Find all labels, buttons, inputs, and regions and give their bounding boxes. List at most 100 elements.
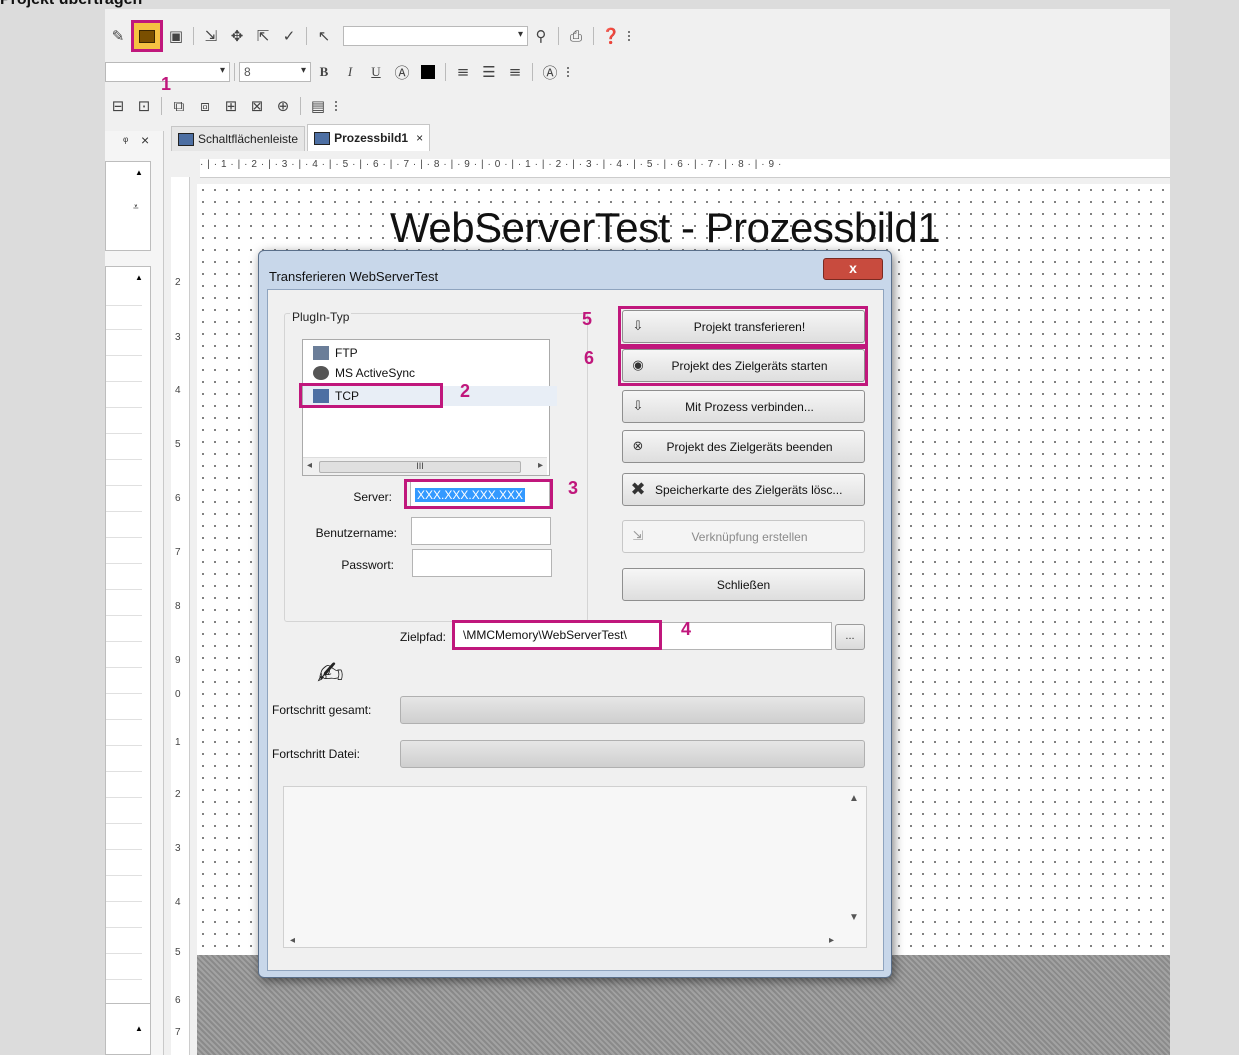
chevron-down-icon: ▾: [517, 29, 523, 40]
text-color-icon[interactable]: Ⓐ: [392, 62, 412, 82]
list-item-activesync[interactable]: MS ActiveSync: [313, 366, 415, 380]
dialog-close-button[interactable]: x: [823, 258, 883, 280]
connect-icon: ⇩: [632, 399, 644, 414]
group-icon[interactable]: ⧉: [169, 96, 189, 116]
toolbar-grip[interactable]: [335, 101, 341, 111]
marker-1: 1: [161, 74, 172, 94]
header-caption: Projekt übertragen: [0, 0, 1239, 9]
toolbar-layout: ⊟ ⊡ ⧉ ⧈ ⊞ ⊠ ⊕ ▤: [105, 91, 1170, 121]
chevron-down-icon: ▾: [219, 65, 225, 76]
scroll-right-icon[interactable]: ▸: [538, 460, 543, 471]
align-right-icon[interactable]: ≡: [505, 62, 525, 82]
scrollbar-thumb[interactable]: III: [319, 461, 521, 473]
search-combo[interactable]: ▾: [343, 26, 528, 46]
left-panel-header: ᵠ ×: [105, 131, 163, 153]
marker-3: 3: [568, 478, 579, 498]
stop-target-project-button[interactable]: ⊗ Projekt des Zielgeräts beenden: [622, 430, 865, 463]
scroll-up-icon[interactable]: ▲: [135, 1024, 143, 1033]
list-item-ftp[interactable]: FTP: [313, 346, 358, 360]
font-dialog-icon[interactable]: Ⓐ: [540, 62, 560, 82]
ftp-icon: [313, 346, 329, 360]
tag-icon[interactable]: ✎: [108, 26, 128, 46]
align-left-icon[interactable]: ≡: [453, 62, 473, 82]
grid-icon[interactable]: ▤: [308, 96, 328, 116]
toolbar-grip[interactable]: [628, 31, 634, 41]
underline-button[interactable]: U: [366, 62, 386, 82]
search-icon[interactable]: ⚲: [531, 26, 551, 46]
highlight-start-button: [618, 346, 868, 386]
progress-file-bar: [400, 740, 865, 768]
menu-icon[interactable]: ⩡: [133, 202, 139, 213]
scroll-left-icon[interactable]: ◂: [307, 460, 312, 471]
scroll-up-icon[interactable]: ▲: [135, 168, 143, 177]
distribute-icon[interactable]: ⊠: [247, 96, 267, 116]
edit-screen-icon[interactable]: ▣: [166, 26, 186, 46]
scroll-up-icon[interactable]: ▲: [849, 793, 859, 804]
marker-2: 2: [460, 381, 471, 401]
screen-title-text[interactable]: WebServerTest - Prozessbild1: [390, 204, 941, 252]
bold-button[interactable]: B: [314, 62, 334, 82]
pointer-icon[interactable]: ↖: [314, 26, 334, 46]
tools-icon[interactable]: ✥: [227, 26, 247, 46]
password-input[interactable]: [412, 549, 552, 577]
stop-icon: ⊗: [632, 439, 644, 454]
progress-file-label: Fortschritt Datei:: [272, 747, 361, 761]
fill-color-icon[interactable]: [418, 62, 438, 82]
arrange-icon[interactable]: ⊞: [221, 96, 241, 116]
italic-button[interactable]: I: [340, 62, 360, 82]
marker-4: 4: [681, 619, 692, 639]
target-path-label: Zielpfad:: [399, 630, 446, 644]
left-panel-lower[interactable]: ▲: [105, 1003, 151, 1055]
tab-label: Prozessbild1: [334, 131, 409, 145]
close-icon[interactable]: ×: [416, 131, 423, 145]
dialog-title: Transferieren WebServerTest: [269, 269, 439, 284]
edit-icon[interactable]: ✍: [317, 654, 353, 692]
close-icon[interactable]: ×: [141, 132, 149, 148]
export-icon[interactable]: ⇲: [201, 26, 221, 46]
marker-6: 6: [584, 348, 595, 368]
monitor-icon: [178, 132, 194, 146]
clear-memory-card-button[interactable]: ✖ Speicherkarte des Zielgeräts lösc...: [622, 473, 865, 506]
username-input[interactable]: [411, 517, 551, 545]
align-center-icon[interactable]: ☰: [479, 62, 499, 82]
password-label: Passwort:: [341, 558, 394, 572]
print-icon[interactable]: ⎙: [566, 26, 586, 46]
plugin-list-scrollbar[interactable]: ◂ III ▸: [303, 457, 547, 475]
scroll-down-icon[interactable]: ▼: [849, 912, 859, 923]
highlight-target-path: [452, 620, 662, 650]
scroll-left-icon[interactable]: ◂: [290, 935, 295, 946]
progress-total-bar: [400, 696, 865, 724]
pin-icon[interactable]: ᵠ: [123, 134, 128, 148]
browse-button[interactable]: ...: [835, 624, 865, 650]
left-panel-upper[interactable]: ▲ ⩡: [105, 161, 151, 251]
font-size-combo[interactable]: 8 ▾: [239, 62, 311, 82]
ruler-vertical: 2 3 4 5 6 7 8 9 0 1 2 3 4 5 6 7: [171, 177, 190, 1055]
close-dialog-button[interactable]: Schließen: [622, 568, 865, 601]
scroll-up-icon[interactable]: ▲: [135, 273, 143, 282]
delete-icon: ✖: [630, 479, 646, 500]
left-panel-list[interactable]: ▲: [105, 266, 151, 1016]
transfer-icon: [139, 29, 155, 43]
connect-process-button[interactable]: ⇩ Mit Prozess verbinden...: [622, 390, 865, 423]
scroll-right-icon[interactable]: ▸: [829, 935, 834, 946]
help-icon[interactable]: ❓: [601, 26, 621, 46]
import-icon[interactable]: ⇱: [253, 26, 273, 46]
left-panel: ᵠ × ▲ ⩡ ▲ ▲: [105, 131, 164, 1055]
layer-icon[interactable]: ⊟: [108, 96, 128, 116]
username-label: Benutzername:: [315, 526, 397, 540]
tab-schaltflaechenleiste[interactable]: Schaltflächenleiste: [171, 126, 306, 151]
toolbar-format: ▾ 8 ▾ B I U Ⓐ ≡ ☰ ≡ Ⓐ: [105, 57, 1170, 87]
highlight-server: [404, 479, 553, 509]
toolbar-grip[interactable]: [567, 67, 573, 77]
tab-prozessbild1[interactable]: Prozessbild1 ×: [307, 124, 431, 151]
ruler-horizontal: ·|·1·|·2·|·3·|·4·|·5·|·6·|·7·|·8·|·9·|·0…: [200, 159, 1170, 178]
sync-icon: [313, 366, 329, 380]
zoom-icon[interactable]: ⊕: [273, 96, 293, 116]
log-output[interactable]: [283, 786, 867, 948]
chevron-down-icon: ▾: [300, 65, 306, 76]
check-icon[interactable]: ✓: [279, 26, 299, 46]
transfer-project-button[interactable]: [131, 20, 163, 52]
ungroup-icon[interactable]: ⧈: [195, 96, 215, 116]
create-link-button[interactable]: ⇲ Verknüpfung erstellen: [622, 520, 865, 553]
window-icon[interactable]: ⊡: [134, 96, 154, 116]
